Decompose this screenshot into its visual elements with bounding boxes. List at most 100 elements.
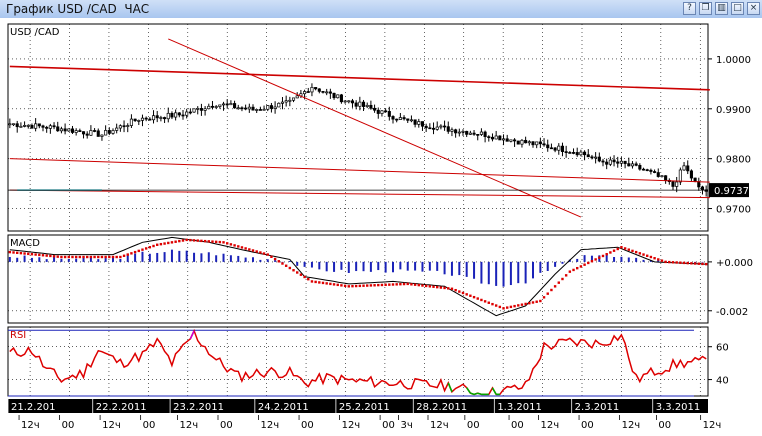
macd-signal-point: [535, 300, 538, 303]
candle-body: [295, 95, 299, 99]
candle-body: [376, 109, 380, 114]
candle-body: [255, 109, 259, 111]
candle-body: [660, 175, 664, 178]
candle-body: [163, 117, 167, 120]
macd-signal-point: [413, 283, 417, 286]
candle-body: [509, 139, 513, 142]
macd-signal-point: [167, 241, 170, 245]
macd-signal-point: [693, 262, 697, 265]
macd-signal-point: [108, 255, 111, 259]
candle-body: [107, 130, 111, 134]
macd-histogram-bar: [60, 258, 63, 262]
hour-label: 00: [143, 420, 156, 431]
macd-histogram-bar: [576, 258, 579, 262]
macd-histogram-bar: [104, 258, 107, 262]
rsi-pane[interactable]: 60 40 RSI: [7, 326, 729, 397]
candle-body: [336, 94, 340, 99]
candle-body: [564, 151, 568, 153]
macd-signal-point: [237, 245, 240, 248]
macd-signal-point: [436, 285, 439, 289]
macd-signal-point: [690, 262, 693, 265]
macd-histogram-bar: [524, 261, 527, 284]
macd-histogram-bar: [215, 255, 218, 262]
date-label: 28.2.2011: [416, 402, 467, 413]
candle-body: [664, 175, 668, 181]
macd-signal-point: [657, 258, 660, 261]
restore-glyph: ❐: [701, 3, 710, 13]
date-label: 21.2.201: [11, 402, 56, 413]
candle-body: [557, 145, 561, 151]
candle-body: [170, 112, 174, 118]
macd-signal-point: [152, 244, 155, 248]
candle-body: [465, 130, 469, 135]
candle-body: [34, 123, 38, 129]
candle-body: [203, 108, 207, 111]
macd-histogram-bar: [75, 258, 78, 262]
macd-signal-point: [332, 283, 336, 286]
price-title: USD /CAD: [10, 27, 60, 38]
rsi-frame: [7, 326, 709, 397]
hour-label: 12ч: [703, 420, 722, 431]
close-icon[interactable]: ×: [747, 2, 760, 15]
macd-signal-point: [594, 258, 597, 261]
macd-histogram-bar: [23, 255, 26, 262]
candle-body: [192, 108, 196, 113]
candle-body: [597, 156, 601, 162]
candle-body: [380, 110, 384, 114]
macd-signal-point: [97, 255, 100, 259]
candle-body: [553, 147, 557, 151]
macd-signal-point: [620, 246, 623, 249]
macd-signal-point: [248, 248, 251, 251]
macd-histogram-bar: [539, 261, 542, 273]
macd-signal-point: [487, 301, 490, 304]
macd-signal-point: [443, 286, 446, 290]
macd-histogram-bar: [141, 251, 144, 262]
candle-body: [11, 123, 16, 126]
candle-body: [619, 160, 623, 164]
macd-signal-point: [299, 273, 303, 276]
macd-histogram-bar: [89, 257, 92, 262]
candle-body: [41, 125, 45, 128]
restore-icon[interactable]: ❐: [699, 2, 712, 15]
candle-body: [689, 170, 693, 179]
macd-histogram-bar: [635, 257, 638, 262]
macd-histogram-bar: [642, 259, 645, 262]
macd-histogram-bar: [554, 261, 557, 267]
macd-pane[interactable]: +0.000 -0.002 MACD: [7, 234, 753, 324]
close-glyph: ×: [749, 3, 758, 13]
macd-histogram-bar: [414, 261, 417, 271]
macd-signal-point: [351, 284, 354, 288]
macd-signal-point: [178, 239, 181, 243]
candle-body: [70, 128, 75, 133]
macd-signal-point: [557, 281, 560, 284]
price-tick-label: 1.0000: [716, 55, 751, 66]
macd-signal-point: [16, 251, 19, 255]
macd-histogram-bar: [613, 257, 616, 262]
macd-signal-point: [697, 262, 700, 265]
candle-body: [148, 118, 152, 121]
macd-histogram-bar: [222, 253, 225, 262]
macd-signal-point: [664, 260, 667, 264]
macd-histogram-bar: [45, 259, 48, 262]
candle-body: [137, 120, 141, 122]
candle-body: [151, 115, 156, 121]
macd-signal-point: [612, 249, 616, 252]
macd-histogram-bar: [517, 261, 520, 284]
macd-signal-point: [343, 284, 347, 288]
maximize-icon[interactable]: □: [731, 2, 744, 15]
candle-body: [196, 108, 200, 110]
macd-signal-point: [111, 255, 115, 259]
price-pane[interactable]: 1.0000 0.9900 0.9800 0.9700 USD /CAD 0.9737: [7, 23, 751, 232]
macd-signal-point: [12, 251, 15, 254]
macd-histogram-bar: [288, 260, 291, 262]
tile-icon[interactable]: ▥: [715, 2, 728, 15]
candle-body: [656, 172, 660, 177]
macd-signal-point: [506, 306, 509, 309]
candle-body: [483, 131, 487, 138]
macd-histogram-bar: [355, 261, 358, 272]
macd-histogram-bar: [421, 261, 424, 272]
candle-body: [520, 139, 524, 145]
macd-signal-point: [605, 253, 608, 256]
help-icon[interactable]: ?: [683, 2, 696, 15]
macd-signal-point: [539, 299, 542, 303]
